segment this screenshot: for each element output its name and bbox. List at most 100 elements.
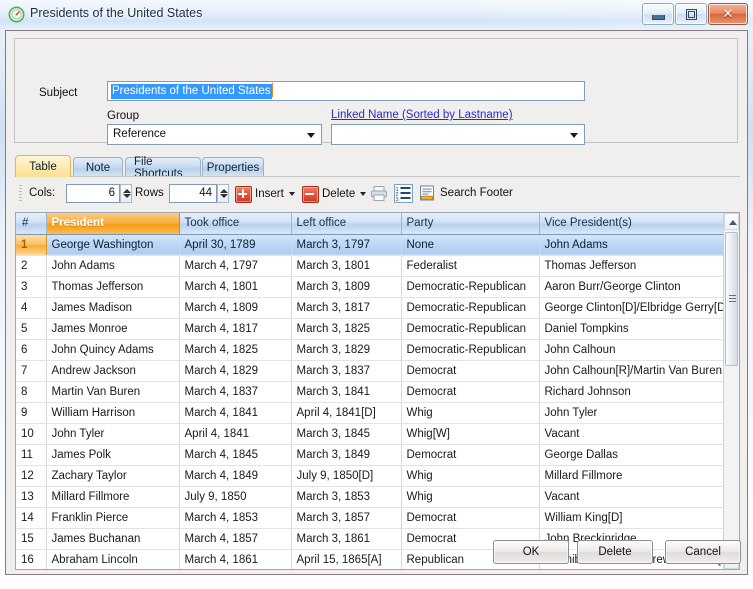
cell-num[interactable]: 6 [16,339,47,361]
tab-table[interactable]: Table [15,155,71,177]
cell-president[interactable]: Thomas Jefferson [46,276,180,298]
cell-num[interactable]: 1 [16,234,47,256]
column-header-vp[interactable]: Vice President(s) [539,213,726,235]
cell-party[interactable]: Federalist [401,255,540,277]
table-row[interactable]: 10 John Tyler April 4, 1841 March 3, 1845 Wh… [16,423,726,445]
cell-took[interactable]: April 4, 1841 [179,423,292,445]
cols-input[interactable]: 6 [66,184,120,203]
cell-party[interactable]: Democratic-Republican [401,297,540,319]
cell-left[interactable]: March 3, 1809 [291,276,402,298]
cell-took[interactable]: March 4, 1825 [179,339,292,361]
cell-vp[interactable]: John Calhoun [539,339,726,361]
cell-president[interactable]: Zachary Taylor [46,465,180,487]
cell-num[interactable]: 3 [16,276,47,298]
cell-president[interactable]: James Madison [46,297,180,319]
table-row[interactable]: 9 William Harrison March 4, 1841 April 4, 1… [16,402,726,424]
table-row[interactable]: 8 Martin Van Buren March 4, 1837 March 3, 1… [16,381,726,403]
cell-party[interactable]: None [401,234,540,256]
table-row[interactable]: 2 John Adams March 4, 1797 March 3, 1801 Fed… [16,255,726,277]
cell-took[interactable]: March 4, 1853 [179,507,292,529]
subject-input[interactable]: Presidents of the United States [107,81,585,101]
cell-vp[interactable]: George Dallas [539,444,726,466]
cell-party[interactable]: Democratic-Republican [401,318,540,340]
cell-left[interactable]: March 3, 1825 [291,318,402,340]
cell-num[interactable]: 4 [16,297,47,319]
search-footer-label[interactable]: Search Footer [440,187,513,199]
cell-num[interactable]: 12 [16,465,47,487]
cell-president[interactable]: John Tyler [46,423,180,445]
table-row[interactable]: 12 Zachary Taylor March 4, 1849 July 9, 185… [16,465,726,487]
cell-left[interactable]: March 3, 1841 [291,381,402,403]
cell-president[interactable]: Millard Fillmore [46,486,180,508]
cell-party[interactable]: Democratic-Republican [401,276,540,298]
cell-left[interactable]: July 9, 1850[D] [291,465,402,487]
cell-left[interactable]: March 3, 1853 [291,486,402,508]
cell-took[interactable]: March 4, 1841 [179,402,292,424]
delete-button-footer[interactable]: Delete [577,540,653,564]
tab-file-shortcuts[interactable]: File Shortcuts [125,156,201,180]
cell-party[interactable]: Whig [401,402,540,424]
column-header-president[interactable]: President [46,213,180,235]
cell-vp[interactable]: William King[D] [539,507,726,529]
cell-left[interactable]: March 3, 1829 [291,339,402,361]
scroll-up-button[interactable] [724,213,739,230]
cell-num[interactable]: 9 [16,402,47,424]
cell-num[interactable]: 11 [16,444,47,466]
tab-properties[interactable]: Properties [202,157,264,177]
cell-vp[interactable]: Vacant [539,486,726,508]
rows-input[interactable]: 44 [169,184,217,203]
cell-vp[interactable]: Richard Johnson [539,381,726,403]
cell-left[interactable]: March 3, 1857 [291,507,402,529]
cell-took[interactable]: March 4, 1849 [179,465,292,487]
cols-stepper[interactable] [120,184,132,203]
cell-left[interactable]: March 3, 1817 [291,297,402,319]
cell-took[interactable]: March 4, 1817 [179,318,292,340]
table-row[interactable]: 4 James Madison March 4, 1809 March 3, 1817… [16,297,726,319]
cell-took[interactable]: March 4, 1797 [179,255,292,277]
cell-vp[interactable]: Thomas Jefferson [539,255,726,277]
cell-num[interactable]: 2 [16,255,47,277]
cell-party[interactable]: Whig [401,486,540,508]
close-button[interactable]: ✕ [708,3,748,25]
cell-num[interactable]: 5 [16,318,47,340]
cell-vp[interactable]: Daniel Tompkins [539,318,726,340]
delete-button[interactable]: Delete [302,183,367,205]
numbered-list-icon[interactable]: 1 2 3 [394,184,413,203]
column-header-party[interactable]: Party [401,213,540,235]
cell-num[interactable]: 7 [16,360,47,382]
cell-party[interactable]: Democrat [401,360,540,382]
toolbar-grip[interactable] [19,185,22,203]
cell-took[interactable]: March 4, 1829 [179,360,292,382]
cell-num[interactable]: 10 [16,423,47,445]
cell-president[interactable]: Andrew Jackson [46,360,180,382]
cell-left[interactable]: March 3, 1797 [291,234,402,256]
linked-name-select[interactable] [331,124,585,145]
cell-party[interactable]: Democratic-Republican [401,339,540,361]
cell-president[interactable]: John Quincy Adams [46,339,180,361]
cell-left[interactable]: March 3, 1801 [291,255,402,277]
tab-note[interactable]: Note [73,157,123,177]
column-header-left[interactable]: Left office [291,213,402,235]
cell-vp[interactable]: John Tyler [539,402,726,424]
cell-president[interactable]: James Polk [46,444,180,466]
table-row[interactable]: 14 Franklin Pierce March 4, 1853 March 3, 1… [16,507,726,529]
column-header-num[interactable]: # [16,213,47,235]
cell-took[interactable]: March 4, 1801 [179,276,292,298]
cell-took[interactable]: March 4, 1809 [179,297,292,319]
cell-took[interactable]: March 4, 1845 [179,444,292,466]
cell-president[interactable]: Martin Van Buren [46,381,180,403]
cell-num[interactable]: 14 [16,507,47,529]
printer-icon[interactable] [370,185,388,202]
rows-stepper[interactable] [217,184,229,203]
cell-vp[interactable]: George Clinton[D]/Elbridge Gerry[D] [539,297,726,319]
cell-party[interactable]: Whig [401,465,540,487]
cell-vp[interactable]: Millard Fillmore [539,465,726,487]
linked-name-link[interactable]: Linked Name (Sorted by Lastname) [331,109,513,121]
cell-president[interactable]: James Monroe [46,318,180,340]
cell-party[interactable]: Democrat [401,444,540,466]
search-footer-icon[interactable] [419,185,436,202]
cell-left[interactable]: April 4, 1841[D] [291,402,402,424]
cell-left[interactable]: March 3, 1837 [291,360,402,382]
scrollbar-thumb[interactable] [725,232,738,366]
cell-president[interactable]: George Washington [46,234,180,256]
